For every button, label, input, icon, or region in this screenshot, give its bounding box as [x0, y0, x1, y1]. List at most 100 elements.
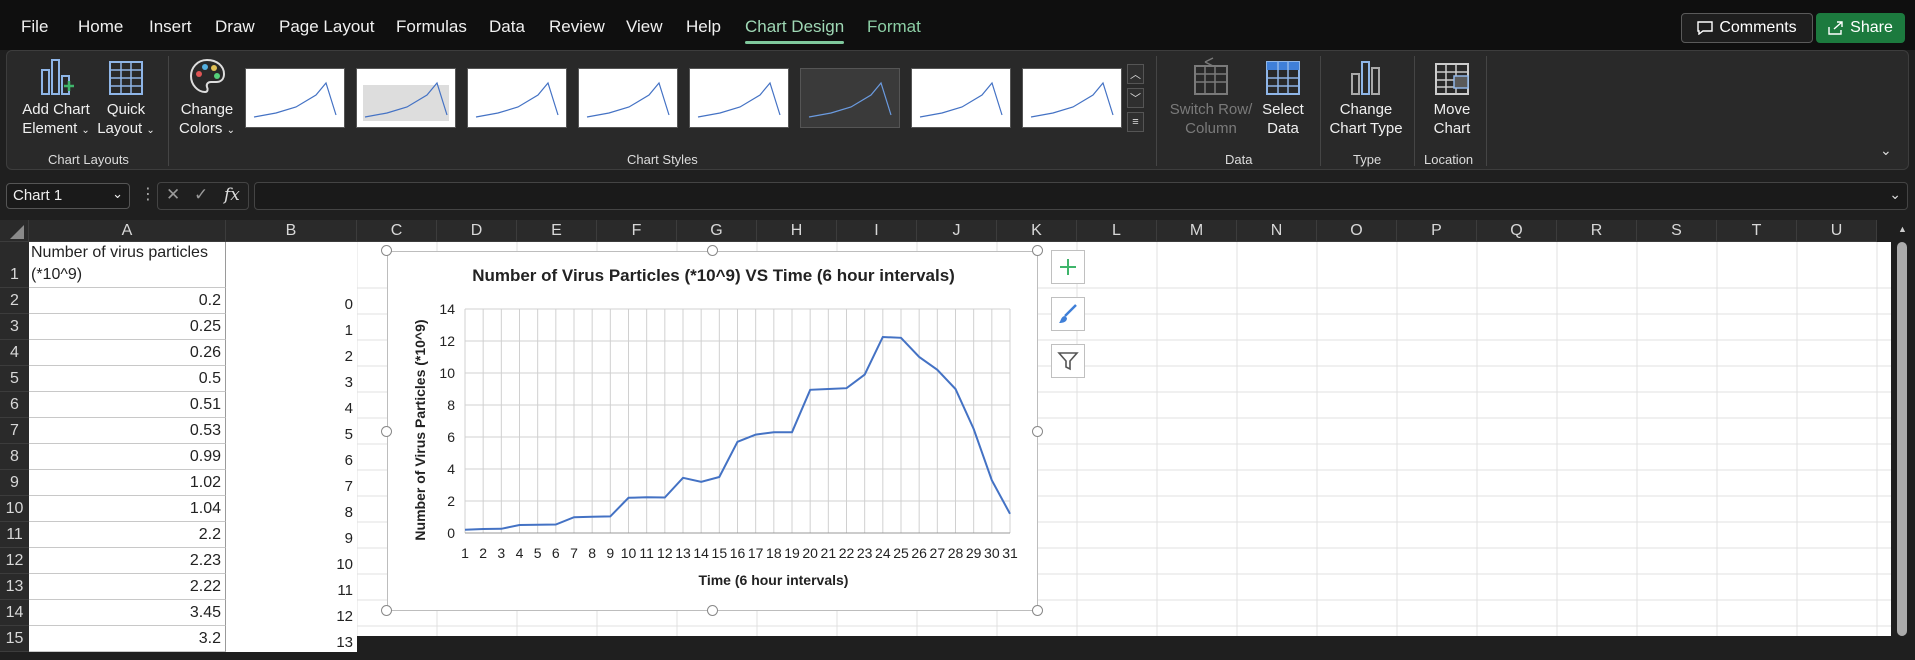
chart-data-point[interactable]	[518, 523, 522, 527]
chart-data-point[interactable]	[845, 386, 849, 390]
chart-data-point[interactable]	[645, 495, 649, 499]
select-data-button[interactable]: Select Data	[1256, 56, 1310, 138]
cell-a14[interactable]: 3.45	[29, 600, 226, 626]
menu-review[interactable]: Review	[549, 17, 605, 37]
cell-a7[interactable]: 0.53	[29, 418, 226, 444]
menu-file[interactable]: File	[21, 17, 48, 37]
chart-data-point[interactable]	[881, 335, 885, 339]
chart-data-point[interactable]	[572, 515, 576, 519]
cell-b9[interactable]: 7	[226, 470, 357, 496]
menu-view[interactable]: View	[626, 17, 663, 37]
chart-data-point[interactable]	[972, 427, 976, 431]
column-header-s[interactable]: S	[1637, 220, 1717, 242]
name-box[interactable]: Chart 1 ⌄	[6, 183, 130, 209]
column-header-t[interactable]: T	[1717, 220, 1797, 242]
row-header[interactable]: 1	[0, 242, 29, 288]
row-header[interactable]: 13	[0, 574, 29, 600]
cell-b11[interactable]: 9	[226, 522, 357, 548]
resize-handle-right[interactable]	[1032, 426, 1043, 437]
change-colors-button[interactable]: Change Colors ⌄	[174, 56, 240, 140]
column-header-r[interactable]: R	[1557, 220, 1637, 242]
chart-style-6[interactable]	[800, 68, 900, 128]
chart-style-2[interactable]	[356, 68, 456, 128]
cell-a8[interactable]: 0.99	[29, 444, 226, 470]
column-header-l[interactable]: L	[1077, 220, 1157, 242]
change-chart-type-button[interactable]: Change Chart Type	[1326, 56, 1406, 138]
menu-help[interactable]: Help	[686, 17, 721, 37]
menu-formulas[interactable]: Formulas	[396, 17, 467, 37]
chart-data-point[interactable]	[917, 355, 921, 359]
resize-handle-top-left[interactable]	[381, 245, 392, 256]
chart-style-4[interactable]	[578, 68, 678, 128]
cell-a3[interactable]: 0.25	[29, 314, 226, 340]
insert-function-button[interactable]: fx	[224, 185, 240, 205]
quick-layout-button[interactable]: Quick Layout ⌄	[94, 56, 158, 140]
chart-style-1[interactable]	[245, 68, 345, 128]
cell-a1[interactable]: Number of virus particles (*10^9)	[29, 242, 226, 288]
chart-data-point[interactable]	[990, 478, 994, 482]
column-header-c[interactable]: C	[357, 220, 437, 242]
cell-a4[interactable]: 0.26	[29, 340, 226, 366]
menu-page-layout[interactable]: Page Layout	[279, 17, 374, 37]
chart-data-point[interactable]	[463, 528, 467, 532]
row-header[interactable]: 14	[0, 600, 29, 626]
cell-b14[interactable]: 12	[226, 600, 357, 626]
row-header[interactable]: 15	[0, 626, 29, 652]
cell-b12[interactable]: 10	[226, 548, 357, 574]
cancel-icon[interactable]: ✕	[166, 185, 180, 205]
chart-data-point[interactable]	[790, 430, 794, 434]
chart-data-point[interactable]	[863, 373, 867, 377]
row-header[interactable]: 12	[0, 548, 29, 574]
menu-chart-design[interactable]: Chart Design	[745, 17, 844, 37]
chart-styles-button[interactable]	[1051, 297, 1085, 331]
menu-insert[interactable]: Insert	[149, 17, 192, 37]
row-header[interactable]: 5	[0, 366, 29, 392]
chart-data-point[interactable]	[590, 515, 594, 519]
column-header-j[interactable]: J	[917, 220, 997, 242]
chart-filters-button[interactable]	[1051, 344, 1085, 378]
chart-data-point[interactable]	[627, 496, 631, 500]
more-options-icon[interactable]: ⋮	[140, 184, 156, 204]
column-header-i[interactable]: I	[837, 220, 917, 242]
ribbon-collapse-icon[interactable]: ⌄	[1880, 142, 1892, 159]
chart-data-point[interactable]	[536, 523, 540, 527]
cell-b5[interactable]: 3	[226, 366, 357, 392]
column-header-q[interactable]: Q	[1477, 220, 1557, 242]
chart-style-5[interactable]	[689, 68, 789, 128]
cell-b6[interactable]: 4	[226, 392, 357, 418]
chart-data-point[interactable]	[736, 440, 740, 444]
column-header-n[interactable]: N	[1237, 220, 1317, 242]
move-chart-button[interactable]: Move Chart	[1420, 56, 1484, 138]
gallery-scroll-up[interactable]: ︿	[1127, 64, 1144, 84]
chart-data-point[interactable]	[1008, 512, 1012, 516]
column-header-d[interactable]: D	[437, 220, 517, 242]
chart-data-point[interactable]	[681, 476, 685, 480]
column-header-f[interactable]: F	[597, 220, 677, 242]
chart-elements-button[interactable]	[1051, 250, 1085, 284]
resize-handle-top[interactable]	[707, 245, 718, 256]
row-header[interactable]: 4	[0, 340, 29, 366]
cell-a15[interactable]: 3.2	[29, 626, 226, 652]
chart-data-point[interactable]	[954, 387, 958, 391]
column-header-p[interactable]: P	[1397, 220, 1477, 242]
share-button[interactable]: Share	[1816, 13, 1905, 43]
cell-a6[interactable]: 0.51	[29, 392, 226, 418]
cell-b4[interactable]: 2	[226, 340, 357, 366]
chart-data-point[interactable]	[772, 430, 776, 434]
gallery-scroll-down[interactable]: ﹀	[1127, 88, 1144, 108]
chart-data-point[interactable]	[826, 387, 830, 391]
cell-b8[interactable]: 6	[226, 444, 357, 470]
column-header-k[interactable]: K	[997, 220, 1077, 242]
cell-a2[interactable]: 0.2	[29, 288, 226, 314]
column-header-b[interactable]: B	[226, 220, 357, 242]
chart-data-point[interactable]	[608, 514, 612, 518]
row-header[interactable]: 2	[0, 288, 29, 314]
cell-b15[interactable]: 13	[226, 626, 357, 652]
chart-data-point[interactable]	[808, 388, 812, 392]
chart-data-point[interactable]	[754, 433, 758, 437]
scroll-up-arrow-icon[interactable]: ▲	[1898, 224, 1907, 234]
column-header-e[interactable]: E	[517, 220, 597, 242]
cell-a5[interactable]: 0.5	[29, 366, 226, 392]
cell-a10[interactable]: 1.04	[29, 496, 226, 522]
row-header[interactable]: 10	[0, 496, 29, 522]
